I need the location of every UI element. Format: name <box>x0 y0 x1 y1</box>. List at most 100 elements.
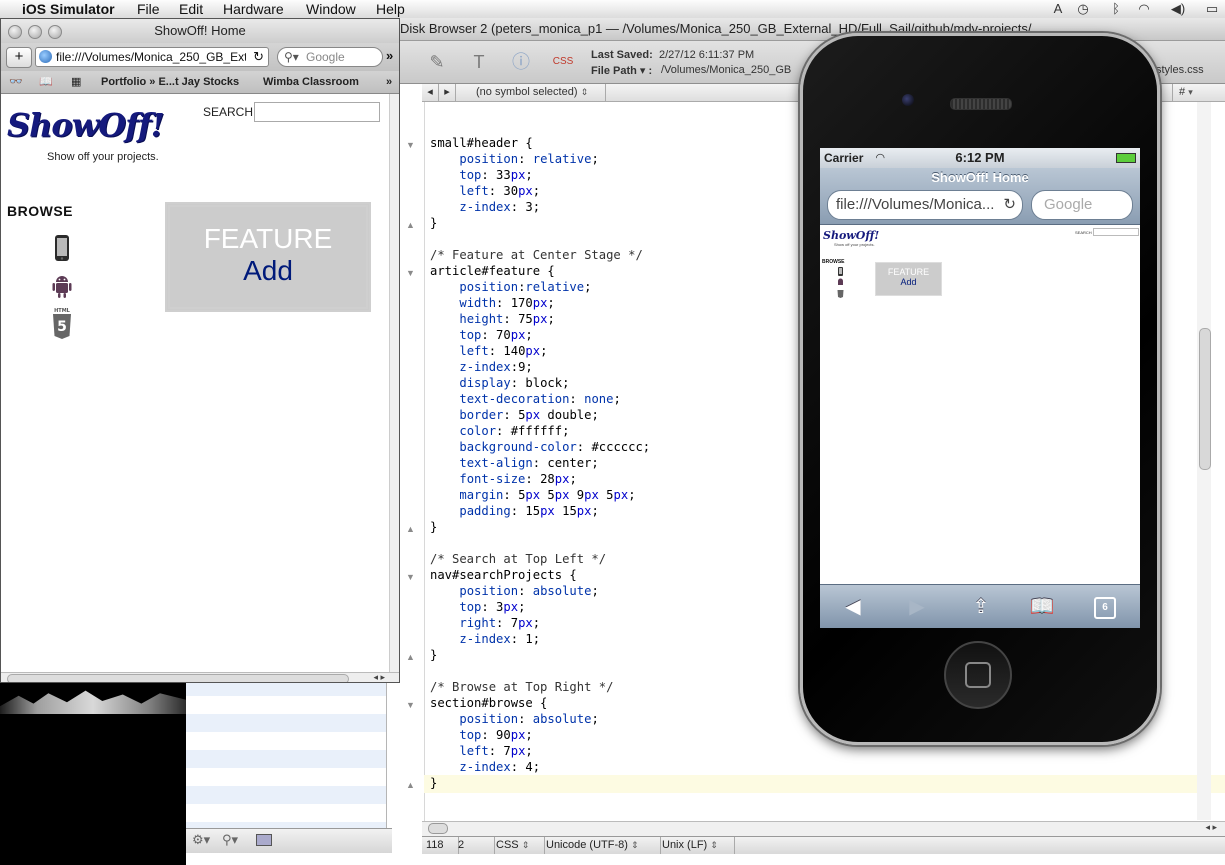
mobile-feature-add-link[interactable]: Add <box>876 277 941 287</box>
showoff-logo[interactable]: ShowOff! <box>7 106 165 144</box>
symbol-selector[interactable]: (no symbol selected) ⇕ <box>456 84 606 101</box>
forward-icon[interactable]: ▶ <box>902 595 932 619</box>
code-line[interactable]: /* Browse at Top Right */ <box>430 679 650 695</box>
adobe-icon[interactable]: A <box>1050 1 1066 17</box>
minimize-button[interactable] <box>28 25 42 39</box>
time-machine-icon[interactable]: ◷ <box>1075 1 1091 17</box>
code-line[interactable]: position:relative; <box>430 279 650 295</box>
code-line[interactable]: z-index: 3; <box>430 199 650 215</box>
top-sites-icon[interactable]: ▦ <box>71 71 81 93</box>
mobile-page-search-input[interactable] <box>1093 228 1139 236</box>
back-arrow-icon[interactable]: ◂ <box>422 84 439 101</box>
editor-scroll-thumb[interactable] <box>1199 328 1211 470</box>
wifi-icon[interactable]: ◠ <box>1136 1 1152 17</box>
code-line[interactable]: width: 170px; <box>430 295 650 311</box>
encoding-menu[interactable]: Unicode (UTF-8) ⇕ <box>542 837 661 854</box>
code-line[interactable]: top: 3px; <box>430 599 650 615</box>
code-line[interactable]: top: 90px; <box>430 727 650 743</box>
reload-icon[interactable]: ↻ <box>253 48 264 66</box>
code-line[interactable]: z-index: 1; <box>430 631 650 647</box>
bookmark-portfolio[interactable]: Portfolio » E...t Jay Stocks <box>101 71 239 93</box>
menu-edit[interactable]: Edit <box>179 0 203 18</box>
fold-marker[interactable]: ▲ <box>406 524 415 534</box>
fold-marker[interactable]: ▼ <box>406 140 415 150</box>
fold-marker[interactable]: ▼ <box>406 268 415 278</box>
code-line[interactable]: ​ <box>430 231 650 247</box>
share-icon[interactable]: ⇪ <box>966 595 996 619</box>
forward-arrow-icon[interactable]: ▸ <box>439 84 456 101</box>
code-line[interactable]: /* Search at Top Left */ <box>430 551 650 567</box>
code-line[interactable]: height: 75px; <box>430 311 650 327</box>
code-line[interactable]: top: 70px; <box>430 327 650 343</box>
feature-box[interactable]: FEATURE Add <box>165 202 371 312</box>
code-line[interactable]: border: 5px double; <box>430 407 650 423</box>
tab-styles-css[interactable]: styles.css <box>1156 64 1204 76</box>
reading-list-icon[interactable]: 👓 <box>9 71 23 93</box>
android-icon[interactable] <box>837 278 844 287</box>
bookmarks-icon[interactable]: 📖 <box>39 71 53 93</box>
code-line[interactable]: position: absolute; <box>430 711 650 727</box>
bookmarks-icon[interactable]: 📖 <box>1027 595 1057 619</box>
fold-marker[interactable]: ▲ <box>406 652 415 662</box>
code-line[interactable]: right: 7px; <box>430 615 650 631</box>
text-options-icon[interactable]: T <box>466 49 492 75</box>
fold-marker[interactable]: ▲ <box>406 780 415 790</box>
pencil-icon[interactable]: ✎ <box>424 49 450 75</box>
mobile-phone-icon[interactable] <box>51 234 73 262</box>
menu-app-name[interactable]: iOS Simulator <box>22 0 115 18</box>
code-line[interactable]: } <box>430 519 650 535</box>
menu-hardware[interactable]: Hardware <box>223 0 284 18</box>
code-line[interactable]: padding: 15px 15px; <box>430 503 650 519</box>
code-line[interactable]: } <box>430 215 650 231</box>
mobile-phone-icon[interactable] <box>837 267 844 276</box>
code-line[interactable]: ​ <box>430 535 650 551</box>
bookmarks-overflow-icon[interactable]: » <box>386 71 392 93</box>
address-bar[interactable]: file:///Volumes/Monica_250_GB_External_H… <box>35 47 269 67</box>
close-button[interactable] <box>8 25 22 39</box>
code-line[interactable]: top: 33px; <box>430 167 650 183</box>
code-line[interactable]: display: block; <box>430 375 650 391</box>
code-line[interactable]: /* Feature at Center Stage */ <box>430 247 650 263</box>
battery-icon[interactable]: ▭ <box>1204 1 1220 17</box>
toolbar-overflow-icon[interactable]: » <box>386 48 393 63</box>
fold-marker[interactable]: ▼ <box>406 572 415 582</box>
zoom-button[interactable] <box>48 25 62 39</box>
code-line[interactable]: text-decoration: none; <box>430 391 650 407</box>
feature-add-link[interactable]: Add <box>170 255 366 287</box>
bluetooth-icon[interactable]: ᛒ <box>1108 1 1124 17</box>
menu-help[interactable]: Help <box>376 0 405 18</box>
code-line[interactable]: } <box>430 775 650 791</box>
safari-horizontal-scrollbar[interactable]: ◂ ▸ <box>1 672 399 682</box>
mobile-address-bar[interactable]: file:///Volumes/Monica... ↻ <box>827 190 1023 220</box>
html5-icon[interactable]: HTML 5 <box>51 306 73 340</box>
fold-marker[interactable]: ▲ <box>406 220 415 230</box>
css-file-icon[interactable]: CSS <box>550 49 576 75</box>
gear-icon[interactable]: ⚙▾ <box>192 832 210 848</box>
code-line[interactable]: } <box>430 647 650 663</box>
code-line[interactable]: color: #ffffff; <box>430 423 650 439</box>
code-line[interactable]: left: 7px; <box>430 743 650 759</box>
menu-window[interactable]: Window <box>306 0 356 18</box>
mobile-showoff-logo[interactable]: ShowOff! <box>823 229 879 242</box>
bookmark-wimba[interactable]: Wimba Classroom <box>263 71 359 93</box>
html5-icon[interactable] <box>837 289 844 298</box>
code-line[interactable]: font-size: 28px; <box>430 471 650 487</box>
code-line[interactable]: left: 140px; <box>430 343 650 359</box>
code-line[interactable]: text-align: center; <box>430 455 650 471</box>
code-text-area[interactable]: small#header { position: relative; top: … <box>430 135 650 791</box>
panel-toggle-icon[interactable] <box>256 834 272 846</box>
add-bookmark-button[interactable]: + <box>6 47 32 68</box>
code-line[interactable]: position: relative; <box>430 151 650 167</box>
code-line[interactable]: small#header { <box>430 135 650 151</box>
code-line[interactable]: nav#searchProjects { <box>430 567 650 583</box>
safari-vertical-scrollbar[interactable] <box>389 94 399 672</box>
code-line[interactable]: margin: 5px 5px 9px 5px; <box>430 487 650 503</box>
editor-horizontal-scrollbar[interactable]: ◂ ▸ <box>422 821 1225 836</box>
back-icon[interactable]: ◀ <box>838 595 868 619</box>
mobile-search-field[interactable]: Google <box>1031 190 1133 220</box>
code-line[interactable]: article#feature { <box>430 263 650 279</box>
code-line[interactable]: section#browse { <box>430 695 650 711</box>
android-icon[interactable] <box>51 271 73 299</box>
mobile-feature-box[interactable]: FEATURE Add <box>875 262 942 296</box>
info-icon[interactable]: ⓘ <box>508 49 534 75</box>
